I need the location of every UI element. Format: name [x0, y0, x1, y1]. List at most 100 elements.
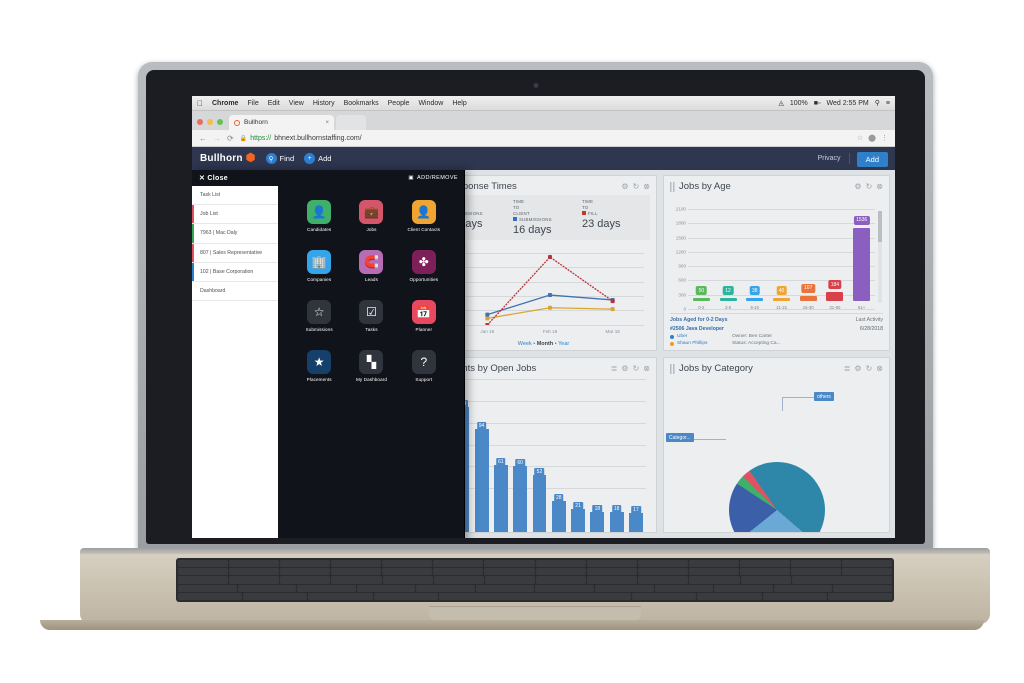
- privacy-link[interactable]: Privacy: [818, 155, 841, 162]
- key[interactable]: [178, 584, 237, 592]
- company-link[interactable]: Uber: [677, 334, 729, 339]
- browser-menu-icon[interactable]: ⋮: [881, 134, 888, 142]
- menu-help[interactable]: Help: [452, 100, 466, 107]
- key[interactable]: [833, 584, 892, 592]
- contact-link[interactable]: Shaun Phillips: [677, 341, 729, 346]
- list-item[interactable]: #2506 Java Developer 6/28/2018 Uber Owne…: [670, 326, 883, 346]
- reload-icon[interactable]: ⟳: [227, 134, 234, 143]
- key[interactable]: [331, 576, 382, 584]
- key[interactable]: [586, 568, 637, 576]
- key[interactable]: [280, 568, 331, 576]
- bar[interactable]: [799, 295, 817, 301]
- key[interactable]: [308, 592, 373, 600]
- close-icon[interactable]: ⊗: [876, 182, 883, 191]
- key[interactable]: [688, 560, 739, 568]
- key[interactable]: [356, 584, 416, 592]
- tab-list-item-dashboard[interactable]: Dashboard: [192, 282, 278, 302]
- key[interactable]: [178, 560, 229, 568]
- new-tab-button[interactable]: [336, 115, 366, 130]
- key[interactable]: [689, 576, 740, 584]
- key[interactable]: [178, 568, 229, 576]
- close-window-button[interactable]: [197, 119, 203, 125]
- close-panel-button[interactable]: ✕ Close: [199, 174, 228, 182]
- menu-window[interactable]: Window: [418, 100, 443, 107]
- key[interactable]: [280, 576, 331, 584]
- key[interactable]: [637, 560, 688, 568]
- add-button[interactable]: + Add: [304, 153, 331, 164]
- key[interactable]: [243, 592, 308, 600]
- close-icon[interactable]: ⊗: [643, 364, 650, 373]
- key[interactable]: [654, 584, 714, 592]
- back-icon[interactable]: ←: [199, 134, 207, 143]
- key[interactable]: [229, 576, 280, 584]
- key[interactable]: [739, 568, 790, 576]
- gear-icon[interactable]: ⚙: [854, 364, 861, 373]
- add-widget-button[interactable]: Add: [856, 152, 888, 167]
- key[interactable]: [535, 568, 586, 576]
- key[interactable]: [438, 592, 632, 600]
- bar[interactable]: [853, 227, 871, 301]
- app-tile-my-dashboard[interactable]: ▚ My Dashboard: [346, 350, 396, 398]
- clock[interactable]: Wed 2:55 PM: [826, 100, 868, 107]
- app-tile-companies[interactable]: 🏢 Companies: [294, 250, 344, 298]
- bar[interactable]: [692, 298, 710, 301]
- battery-icon[interactable]: ■▫: [814, 100, 821, 107]
- key[interactable]: [790, 568, 842, 576]
- refresh-icon[interactable]: ↻: [633, 182, 640, 191]
- minimize-window-button[interactable]: [207, 119, 213, 125]
- browser-tab-bullhorn[interactable]: Bullhorn ×: [229, 115, 334, 130]
- list-icon[interactable]: ≣: [611, 364, 618, 373]
- key[interactable]: [632, 592, 697, 600]
- key[interactable]: [535, 576, 587, 584]
- range-month[interactable]: Month: [537, 341, 554, 347]
- app-tile-tasks[interactable]: ☑ Tasks: [346, 300, 396, 348]
- forward-icon[interactable]: →: [213, 134, 221, 143]
- list-icon[interactable]: ≡: [886, 100, 890, 107]
- maximize-window-button[interactable]: [217, 119, 223, 125]
- key[interactable]: [842, 568, 893, 576]
- bar[interactable]: [719, 298, 737, 301]
- drag-handle-icon[interactable]: [670, 181, 675, 192]
- find-button[interactable]: ⚲ Find: [265, 153, 294, 164]
- range-year[interactable]: Year: [558, 341, 569, 347]
- key[interactable]: [178, 592, 243, 600]
- bar[interactable]: [532, 475, 547, 532]
- bar[interactable]: [772, 298, 791, 301]
- key[interactable]: [688, 568, 739, 576]
- bar[interactable]: [474, 429, 489, 532]
- job-title-link[interactable]: #2506 Java Developer: [670, 326, 724, 332]
- bar[interactable]: [629, 513, 643, 532]
- key[interactable]: [714, 584, 773, 592]
- list-icon[interactable]: ≣: [844, 364, 851, 373]
- range-week[interactable]: Week: [518, 341, 532, 347]
- refresh-icon[interactable]: ↻: [633, 364, 640, 373]
- key[interactable]: [586, 560, 637, 568]
- profile-icon[interactable]: ⬤: [868, 134, 876, 142]
- pie-label-category[interactable]: Categor...: [666, 433, 694, 442]
- key[interactable]: [595, 584, 654, 592]
- key[interactable]: [842, 560, 893, 568]
- key[interactable]: [790, 560, 842, 568]
- key[interactable]: [484, 568, 535, 576]
- key[interactable]: [739, 560, 790, 568]
- menu-chrome[interactable]: Chrome: [212, 100, 238, 107]
- bullhorn-logo[interactable]: Bullhorn ⬢: [200, 152, 256, 165]
- key[interactable]: [827, 592, 893, 600]
- bar[interactable]: [513, 466, 528, 532]
- add-remove-button[interactable]: ▣ ADD/REMOVE: [408, 175, 458, 181]
- refresh-icon[interactable]: ↻: [866, 364, 873, 373]
- menu-history[interactable]: History: [313, 100, 335, 107]
- gear-icon[interactable]: ⚙: [621, 182, 628, 191]
- menu-bookmarks[interactable]: Bookmarks: [344, 100, 379, 107]
- gear-icon[interactable]: ⚙: [854, 182, 861, 191]
- tab-list-item-mac-daly[interactable]: 7963 | Mac Daly: [192, 224, 278, 244]
- key[interactable]: [638, 576, 689, 584]
- bar[interactable]: [826, 292, 844, 301]
- bar[interactable]: [493, 465, 508, 532]
- key[interactable]: [433, 576, 484, 584]
- key[interactable]: [535, 584, 595, 592]
- scrollbar-thumb[interactable]: [878, 211, 882, 243]
- menu-people[interactable]: People: [388, 100, 410, 107]
- key[interactable]: [475, 584, 535, 592]
- bar[interactable]: [609, 512, 624, 532]
